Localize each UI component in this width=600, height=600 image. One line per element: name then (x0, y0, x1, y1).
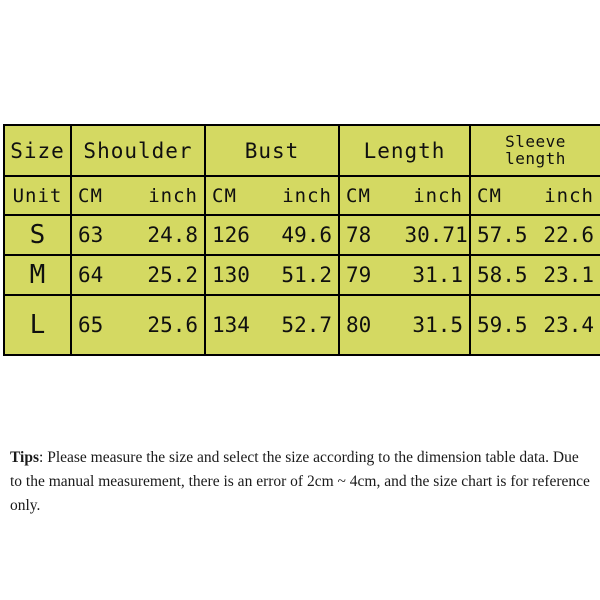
header-shoulder: Shoulder (70, 124, 206, 177)
cell-bust-inch: 51.2 (281, 263, 332, 287)
unit-label: Unit (3, 175, 72, 216)
cell-sleeve: 57.5 22.6 (469, 214, 600, 256)
cell-shoulder-cm: 65 (78, 313, 104, 337)
unit-length: CM inch (338, 175, 471, 216)
cell-length-inch: 30.71 (404, 223, 468, 247)
cell-length: 80 31.5 (338, 294, 471, 356)
cell-shoulder-cm: 64 (78, 263, 104, 287)
row-size-label: L (3, 294, 72, 356)
unit-sleeve: CM inch (469, 175, 600, 216)
header-size: Size (3, 124, 72, 177)
cell-length-inch: 31.1 (412, 263, 463, 287)
unit-bust: CM inch (204, 175, 340, 216)
cell-length-cm: 78 (346, 223, 372, 247)
cell-length-inch: 31.5 (412, 313, 463, 337)
row-size-label: S (3, 214, 72, 256)
table-header-row: Size Shoulder Bust Length Sleeve length (3, 124, 600, 177)
unit-shoulder: CM inch (70, 175, 206, 216)
unit-bust-cm: CM (212, 184, 237, 207)
cell-sleeve-cm: 58.5 (477, 263, 528, 287)
cell-bust-cm: 126 (212, 223, 250, 247)
unit-bust-inch: inch (282, 184, 332, 207)
unit-shoulder-inch: inch (148, 184, 198, 207)
row-size-label: M (3, 254, 72, 296)
cell-length-cm: 80 (346, 313, 372, 337)
header-sleeve-line1: Sleeve (505, 131, 566, 151)
unit-sleeve-cm: CM (477, 184, 502, 207)
cell-shoulder: 65 25.6 (70, 294, 206, 356)
cell-shoulder: 63 24.8 (70, 214, 206, 256)
cell-bust-cm: 130 (212, 263, 250, 287)
header-length: Length (338, 124, 471, 177)
cell-sleeve-cm: 59.5 (477, 313, 528, 337)
unit-shoulder-cm: CM (78, 184, 103, 207)
cell-shoulder-inch: 25.6 (147, 313, 198, 337)
cell-shoulder-inch: 25.2 (147, 263, 198, 287)
cell-bust: 134 52.7 (204, 294, 340, 356)
header-sleeve-length: Sleeve length (469, 124, 600, 177)
header-bust: Bust (204, 124, 340, 177)
cell-bust-inch: 49.6 (281, 223, 332, 247)
unit-sleeve-inch: inch (544, 184, 594, 207)
cell-sleeve-inch: 22.6 (543, 223, 594, 247)
unit-length-cm: CM (346, 184, 371, 207)
table-row: S 63 24.8 126 49.6 78 30.71 57.5 22.6 (3, 214, 600, 256)
cell-length-cm: 79 (346, 263, 372, 287)
table-row: L 65 25.6 134 52.7 80 31.5 59.5 23.4 (3, 294, 600, 356)
cell-sleeve: 58.5 23.1 (469, 254, 600, 296)
cell-length: 79 31.1 (338, 254, 471, 296)
cell-sleeve: 59.5 23.4 (469, 294, 600, 356)
cell-sleeve-cm: 57.5 (477, 223, 528, 247)
cell-bust-inch: 52.7 (281, 313, 332, 337)
tips-label: Tips (10, 448, 40, 466)
cell-length: 78 30.71 (338, 214, 471, 256)
tips-body: : Please measure the size and select the… (10, 448, 590, 514)
cell-shoulder: 64 25.2 (70, 254, 206, 296)
header-sleeve-line2: length (505, 148, 566, 168)
cell-shoulder-cm: 63 (78, 223, 104, 247)
cell-shoulder-inch: 24.8 (147, 223, 198, 247)
size-chart-table: Size Shoulder Bust Length Sleeve length … (3, 124, 600, 356)
unit-length-inch: inch (413, 184, 463, 207)
cell-sleeve-inch: 23.1 (543, 263, 594, 287)
cell-bust: 126 49.6 (204, 214, 340, 256)
cell-bust: 130 51.2 (204, 254, 340, 296)
table-row: M 64 25.2 130 51.2 79 31.1 58.5 23.1 (3, 254, 600, 296)
cell-sleeve-inch: 23.4 (543, 313, 594, 337)
table-unit-row: Unit CM inch CM inch CM inch CM inch (3, 175, 600, 216)
cell-bust-cm: 134 (212, 313, 250, 337)
tips-note: Tips: Please measure the size and select… (10, 446, 590, 518)
